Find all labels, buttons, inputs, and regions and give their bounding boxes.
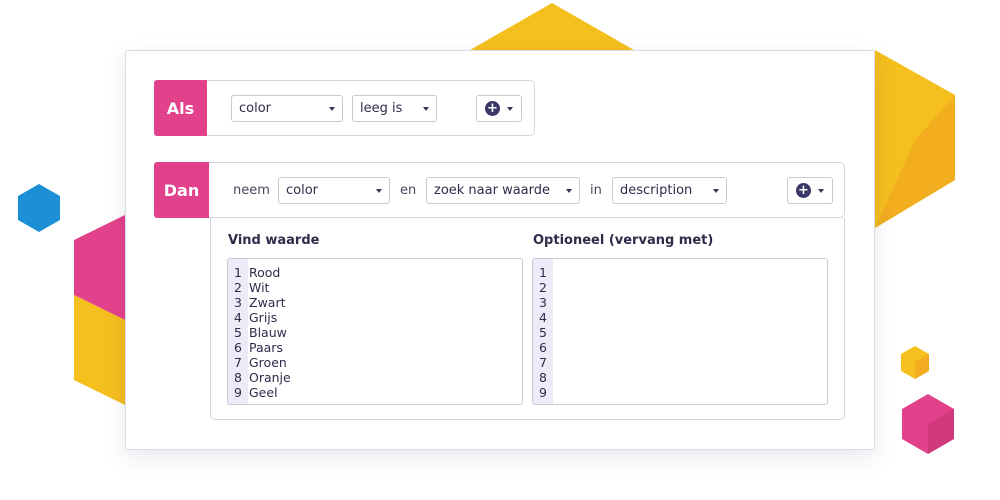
find-values-editor[interactable]: 1 Rood 2 Wit 3 Zwart 4 Grijs 5 Blauw 6 Paars 7… bbox=[227, 258, 523, 405]
then-field-select[interactable]: color bbox=[278, 177, 390, 204]
chevron-down-icon bbox=[713, 189, 719, 193]
list-item: 5 bbox=[539, 325, 547, 340]
then-action-select[interactable]: zoek naar waarde bbox=[426, 177, 580, 204]
list-item: 2 bbox=[539, 280, 547, 295]
yellow-hexagon-top bbox=[470, 3, 634, 50]
plus-circle-icon: + bbox=[796, 183, 811, 198]
chevron-down-icon bbox=[423, 107, 429, 111]
list-item: 8 bbox=[539, 370, 547, 385]
list-item: 1 Rood bbox=[234, 265, 281, 280]
list-item: 6 bbox=[539, 340, 547, 355]
if-add-button[interactable]: + bbox=[476, 95, 522, 122]
replace-values-editor[interactable]: 1 2 3 4 5 6 7 8 9 bbox=[532, 258, 828, 405]
then-add-button[interactable]: + bbox=[787, 177, 833, 204]
then-target-select-value: description bbox=[620, 183, 693, 198]
plus-circle-icon: + bbox=[485, 101, 500, 116]
find-title: Vind waarde bbox=[228, 233, 320, 248]
list-item: 9 Geel bbox=[234, 385, 278, 400]
then-target-select[interactable]: description bbox=[612, 177, 727, 204]
list-item: 7 Groen bbox=[234, 355, 287, 370]
list-item: 7 bbox=[539, 355, 547, 370]
then-take-label: neem bbox=[233, 183, 270, 198]
chevron-down-icon bbox=[818, 189, 824, 193]
then-action-select-value: zoek naar waarde bbox=[434, 183, 551, 198]
chevron-down-icon bbox=[566, 189, 572, 193]
blue-hexagon bbox=[18, 184, 60, 232]
list-item: 3 Zwart bbox=[234, 295, 286, 310]
list-item: 4 bbox=[539, 310, 547, 325]
list-item: 5 Blauw bbox=[234, 325, 287, 340]
list-item: 3 bbox=[539, 295, 547, 310]
then-tag: Dan bbox=[154, 162, 209, 218]
if-field-select[interactable]: color bbox=[231, 95, 343, 122]
list-item: 2 Wit bbox=[234, 280, 270, 295]
chevron-down-icon bbox=[507, 107, 513, 111]
if-condition-select-value: leeg is bbox=[360, 101, 403, 116]
if-tag: Als bbox=[154, 80, 207, 136]
list-item: 9 bbox=[539, 385, 547, 400]
then-in-label: in bbox=[590, 183, 602, 198]
if-field-select-value: color bbox=[239, 101, 272, 116]
then-and-label: en bbox=[400, 183, 417, 198]
list-item: 4 Grijs bbox=[234, 310, 278, 325]
list-item: 6 Paars bbox=[234, 340, 283, 355]
chevron-down-icon bbox=[329, 107, 335, 111]
if-condition-select[interactable]: leeg is bbox=[352, 95, 437, 122]
list-item: 1 bbox=[539, 265, 547, 280]
list-item: 8 Oranje bbox=[234, 370, 291, 385]
chevron-down-icon bbox=[376, 189, 382, 193]
replace-title: Optioneel (vervang met) bbox=[533, 233, 714, 248]
then-field-select-value: color bbox=[286, 183, 319, 198]
